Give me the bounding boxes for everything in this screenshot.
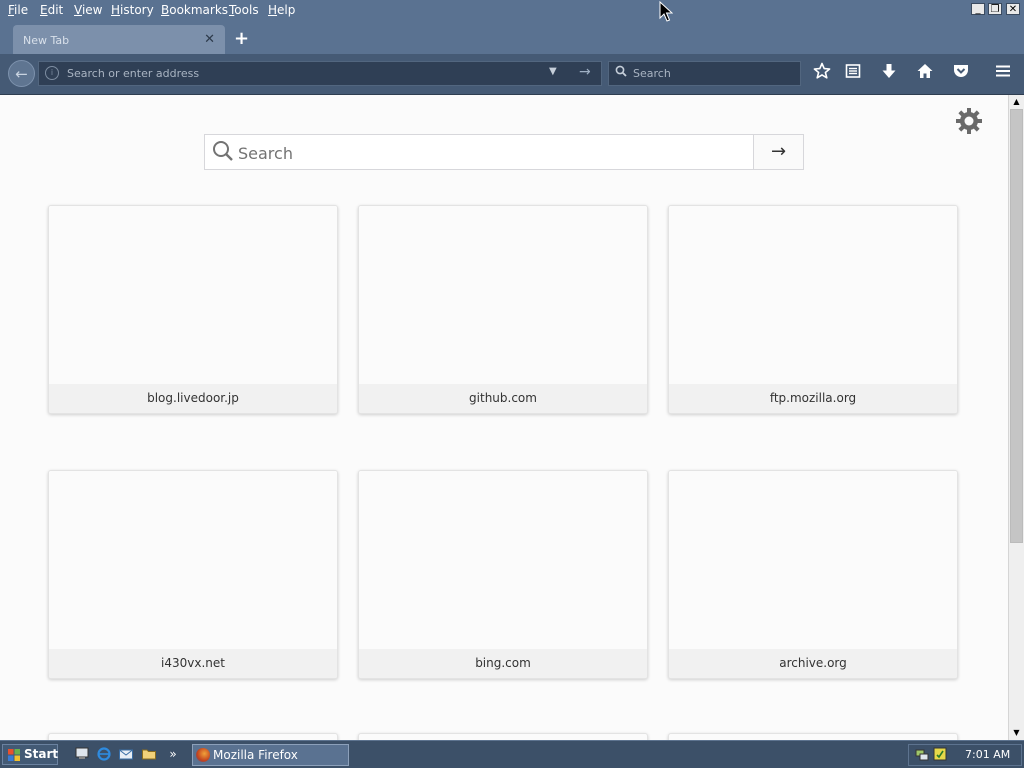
top-site-tile[interactable]	[48, 733, 338, 740]
taskbar-item-label: Mozilla Firefox	[213, 748, 298, 762]
menu-tools[interactable]: Tools	[229, 3, 259, 17]
tile-title: bing.com	[359, 649, 647, 678]
download-icon[interactable]	[877, 62, 901, 86]
scroll-down-icon[interactable]: ▼	[1009, 726, 1024, 740]
search-go-button[interactable]: →	[753, 135, 803, 169]
internet-explorer-icon[interactable]	[96, 746, 112, 762]
menu-edit[interactable]: Edit	[40, 3, 63, 17]
tab-label: New Tab	[23, 34, 70, 47]
tile-title: blog.livedoor.jp	[49, 384, 337, 413]
page-search-input[interactable]	[238, 143, 738, 163]
mouse-cursor-icon	[659, 0, 674, 27]
menu-help[interactable]: Help	[268, 3, 295, 17]
reading-list-icon[interactable]	[841, 62, 865, 86]
system-tray: 7:01 AM	[908, 744, 1022, 766]
tile-thumbnail	[49, 471, 337, 650]
back-button[interactable]: ←	[8, 60, 35, 87]
tile-thumbnail	[669, 206, 957, 385]
top-site-tile[interactable]	[358, 733, 648, 740]
start-label: Start	[24, 747, 59, 761]
firefox-icon	[196, 748, 210, 762]
vertical-scrollbar[interactable]: ▲ ▼	[1008, 95, 1024, 740]
tile-title: archive.org	[669, 649, 957, 678]
tile-title: ftp.mozilla.org	[669, 384, 957, 413]
top-site-tile[interactable]: blog.livedoor.jp	[48, 205, 338, 414]
toolbar-search-bar[interactable]	[608, 61, 801, 86]
tile-thumbnail	[669, 471, 957, 650]
windows-logo-icon	[8, 748, 20, 761]
menu-file[interactable]: File	[8, 3, 28, 17]
tray-app-icon[interactable]	[933, 747, 947, 764]
info-icon[interactable]: i	[45, 66, 59, 80]
new-tab-button[interactable]: +	[234, 28, 249, 49]
tab-new-tab[interactable]: New Tab ✕	[13, 25, 225, 54]
tile-thumbnail	[49, 206, 337, 385]
tab-strip: New Tab ✕ +	[0, 22, 1024, 54]
top-site-tile[interactable]	[668, 733, 958, 740]
top-site-tile[interactable]: i430vx.net	[48, 470, 338, 679]
minimize-button[interactable]: _	[971, 3, 985, 15]
restore-button[interactable]: ❐	[988, 3, 1002, 15]
search-icon	[615, 65, 627, 81]
address-input[interactable]	[67, 65, 537, 81]
top-site-tile[interactable]: bing.com	[358, 470, 648, 679]
menu-history[interactable]: History	[111, 3, 154, 17]
history-dropdown-icon[interactable]: ▼	[549, 66, 557, 77]
network-icon[interactable]	[915, 747, 929, 764]
menu-view[interactable]: View	[74, 3, 102, 17]
gear-icon[interactable]	[955, 107, 983, 141]
top-site-tile[interactable]: ftp.mozilla.org	[668, 205, 958, 414]
menu-bar: File Edit View History Bookmarks Tools H…	[0, 0, 1024, 22]
folder-icon[interactable]	[141, 746, 157, 762]
taskbar: Start » Mozilla Firefox 7:01 AM	[0, 740, 1024, 768]
tile-title: i430vx.net	[49, 649, 337, 678]
scroll-up-icon[interactable]: ▲	[1009, 95, 1024, 109]
tile-title: github.com	[359, 384, 647, 413]
close-window-button[interactable]: ✕	[1006, 3, 1020, 15]
scrollbar-thumb[interactable]	[1010, 109, 1023, 543]
show-desktop-icon[interactable]	[74, 746, 90, 762]
clock: 7:01 AM	[965, 748, 1011, 761]
tile-thumbnail	[359, 471, 647, 650]
toolbar-search-input[interactable]	[633, 65, 793, 81]
pocket-icon[interactable]	[949, 62, 973, 86]
top-site-tile[interactable]: github.com	[358, 205, 648, 414]
top-site-tile[interactable]: archive.org	[668, 470, 958, 679]
navigation-toolbar: ← i ▼ →	[0, 54, 1024, 95]
taskbar-item-firefox[interactable]: Mozilla Firefox	[192, 744, 349, 766]
search-icon	[211, 139, 235, 163]
tile-thumbnail	[359, 206, 647, 385]
menu-bookmarks[interactable]: Bookmarks	[161, 3, 228, 17]
address-bar[interactable]: i ▼ →	[38, 61, 602, 86]
go-arrow-icon[interactable]: →	[579, 64, 591, 80]
menu-icon[interactable]	[991, 62, 1015, 86]
home-icon[interactable]	[913, 62, 937, 86]
new-tab-page: → blog.livedoor.jp github.com ftp.mozill…	[0, 95, 1008, 740]
start-button[interactable]: Start	[2, 744, 58, 765]
email-icon[interactable]	[118, 746, 134, 762]
page-search-box[interactable]: →	[204, 134, 804, 170]
close-tab-icon[interactable]: ✕	[204, 32, 215, 47]
star-icon[interactable]	[810, 62, 834, 86]
quicklaunch-overflow-icon[interactable]: »	[165, 746, 181, 762]
